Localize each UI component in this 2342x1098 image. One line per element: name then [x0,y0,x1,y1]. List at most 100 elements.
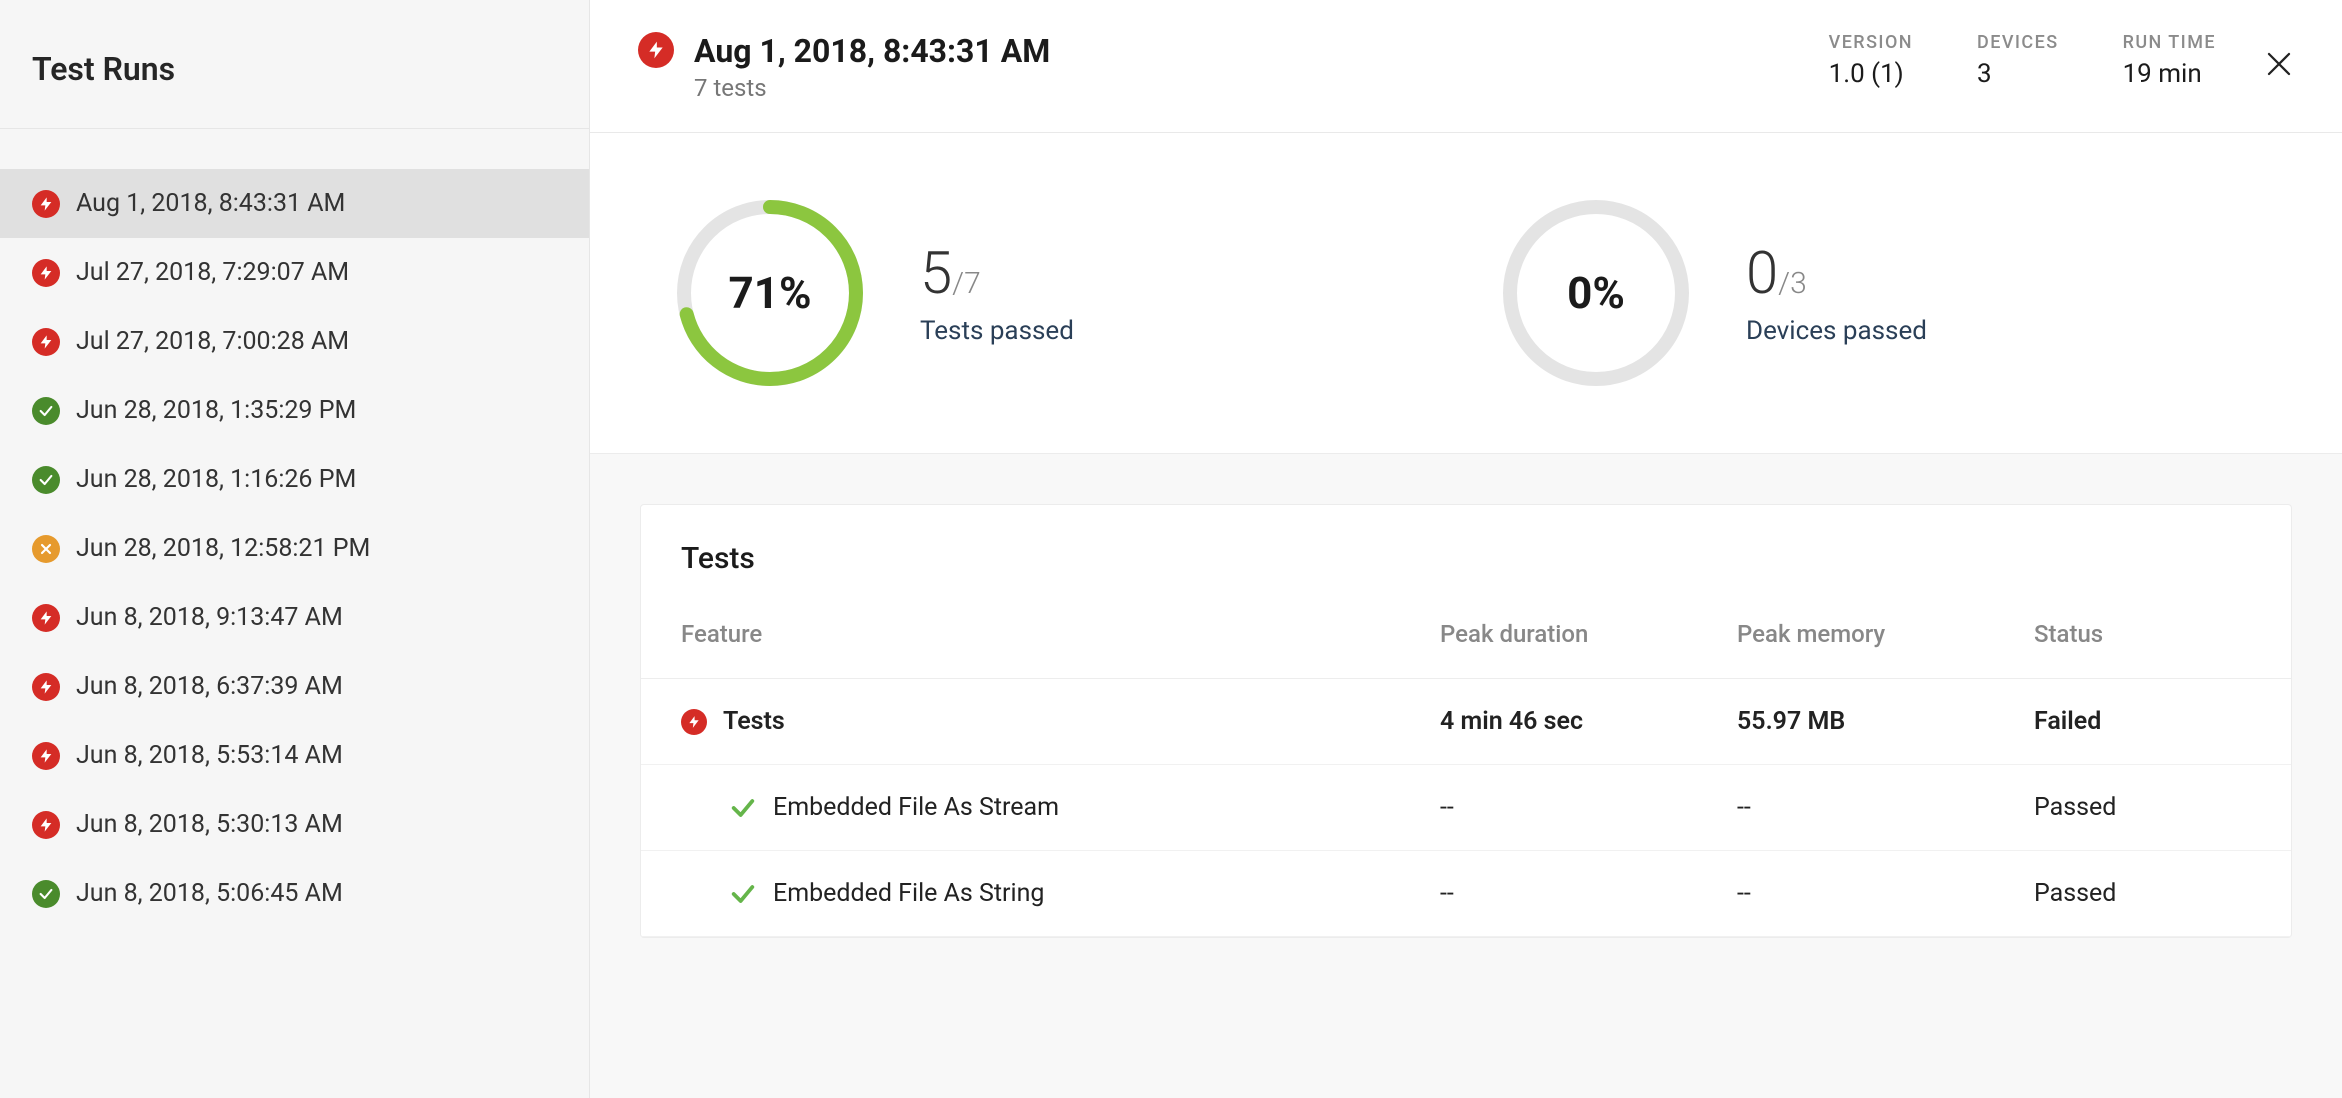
sidebar: Test Runs Aug 1, 2018, 8:43:31 AM Jul 27,… [0,0,590,1098]
devices-caption: Devices passed [1746,316,1927,346]
run-item-label: Aug 1, 2018, 8:43:31 AM [76,189,345,218]
metric-devices-text: 0/3 Devices passed [1746,240,1927,346]
table-row[interactable]: Embedded File As String----Passed [641,851,2291,937]
tests-percent: 71% [670,193,870,393]
metric-tests: 71% 5/7 Tests passed [670,193,1436,393]
table-row[interactable]: Embedded File As Stream----Passed [641,765,2291,851]
check-icon [729,880,757,908]
main: Aug 1, 2018, 8:43:31 AM 7 tests VERSION … [590,0,2342,1098]
run-title: Aug 1, 2018, 8:43:31 AM [694,32,1050,70]
run-item-label: Jul 27, 2018, 7:00:28 AM [76,327,349,356]
run-item-label: Jun 28, 2018, 12:58:21 PM [76,534,370,563]
stat-devices-value: 3 [1977,59,2059,89]
tests-fraction: 5/7 [920,240,1074,308]
peak-memory-cell: 55.97 MB [1697,679,1994,765]
col-peak-memory: Peak memory [1697,620,1994,679]
run-item-label: Jun 8, 2018, 5:06:45 AM [76,879,343,908]
tests-denom: /7 [952,266,981,301]
run-item-label: Jun 8, 2018, 9:13:47 AM [76,603,343,632]
run-item[interactable]: Jul 27, 2018, 7:00:28 AM [0,307,589,376]
metrics-row: 71% 5/7 Tests passed 0% 0/3 Device [590,133,2342,454]
table-row[interactable]: Tests 4 min 46 sec55.97 MBFailed [641,679,2291,765]
bolt-icon [32,673,60,701]
bolt-icon [32,328,60,356]
feature-name: Embedded File As String [773,879,1044,908]
sidebar-title: Test Runs [32,50,557,88]
run-item[interactable]: Jun 28, 2018, 1:35:29 PM [0,376,589,445]
stat-devices: DEVICES 3 [1977,32,2059,89]
run-subtitle: 7 tests [694,74,1050,102]
close-icon [2264,49,2294,79]
bolt-icon [32,742,60,770]
sidebar-header: Test Runs [0,0,589,129]
tests-table: Feature Peak duration Peak memory Status… [641,620,2291,937]
feature-cell: Embedded File As String [681,879,1360,908]
metric-tests-text: 5/7 Tests passed [920,240,1074,346]
status-cell: Failed [1994,679,2291,765]
devices-denom: /3 [1778,266,1807,301]
run-item-label: Jun 28, 2018, 1:16:26 PM [76,465,356,494]
close-button[interactable] [2264,48,2294,86]
tests-card-title: Tests [641,505,2291,620]
app-root: Test Runs Aug 1, 2018, 8:43:31 AM Jul 27,… [0,0,2342,1098]
col-status: Status [1994,620,2291,679]
detail-header: Aug 1, 2018, 8:43:31 AM 7 tests VERSION … [590,0,2342,133]
stat-runtime: RUN TIME 19 min [2123,32,2216,89]
run-item[interactable]: Aug 1, 2018, 8:43:31 AM [0,169,589,238]
bolt-icon [32,604,60,632]
run-item[interactable]: Jun 28, 2018, 1:16:26 PM [0,445,589,514]
check-icon [32,466,60,494]
run-item[interactable]: Jun 28, 2018, 12:58:21 PM [0,514,589,583]
feature-cell: Tests [681,707,1360,736]
run-item[interactable]: Jun 8, 2018, 9:13:47 AM [0,583,589,652]
tests-caption: Tests passed [920,316,1074,346]
metric-devices: 0% 0/3 Devices passed [1496,193,2262,393]
check-icon [32,880,60,908]
run-item-label: Jun 8, 2018, 5:30:13 AM [76,810,343,839]
x-icon [32,535,60,563]
peak-memory-cell: -- [1697,851,1994,937]
stat-version-value: 1.0 (1) [1829,59,1913,89]
bolt-icon [681,709,707,735]
run-item-label: Jun 28, 2018, 1:35:29 PM [76,396,356,425]
run-item[interactable]: Jun 8, 2018, 6:37:39 AM [0,652,589,721]
run-item[interactable]: Jun 8, 2018, 5:06:45 AM [0,859,589,928]
peak-duration-cell: 4 min 46 sec [1400,679,1697,765]
tests-ring: 71% [670,193,870,393]
status-cell: Passed [1994,765,2291,851]
bolt-icon [32,259,60,287]
bolt-icon [638,32,674,68]
stat-version-label: VERSION [1829,32,1913,53]
feature-name: Tests [723,707,785,736]
check-icon [729,794,757,822]
col-feature: Feature [641,620,1400,679]
col-peak-duration: Peak duration [1400,620,1697,679]
run-item-label: Jun 8, 2018, 5:53:14 AM [76,741,343,770]
run-list: Aug 1, 2018, 8:43:31 AM Jul 27, 2018, 7:2… [0,129,589,928]
devices-fraction: 0/3 [1746,240,1927,308]
peak-duration-cell: -- [1400,765,1697,851]
check-icon [32,397,60,425]
tests-card: Tests Feature Peak duration Peak memory … [640,504,2292,938]
header-left: Aug 1, 2018, 8:43:31 AM 7 tests [638,32,1829,102]
run-item[interactable]: Jun 8, 2018, 5:30:13 AM [0,790,589,859]
stat-version: VERSION 1.0 (1) [1829,32,1913,89]
stat-devices-label: DEVICES [1977,32,2059,53]
card-area: Tests Feature Peak duration Peak memory … [590,454,2342,1098]
header-title-block: Aug 1, 2018, 8:43:31 AM 7 tests [694,32,1050,102]
run-item[interactable]: Jun 8, 2018, 5:53:14 AM [0,721,589,790]
tests-num: 5 [920,240,952,308]
devices-percent: 0% [1496,193,1696,393]
stat-runtime-value: 19 min [2123,59,2216,89]
status-cell: Passed [1994,851,2291,937]
feature-cell: Embedded File As Stream [681,793,1360,822]
run-item[interactable]: Jul 27, 2018, 7:29:07 AM [0,238,589,307]
devices-num: 0 [1746,240,1778,308]
peak-duration-cell: -- [1400,851,1697,937]
stat-runtime-label: RUN TIME [2123,32,2216,53]
feature-name: Embedded File As Stream [773,793,1059,822]
devices-ring: 0% [1496,193,1696,393]
bolt-icon [32,811,60,839]
peak-memory-cell: -- [1697,765,1994,851]
run-item-label: Jun 8, 2018, 6:37:39 AM [76,672,343,701]
